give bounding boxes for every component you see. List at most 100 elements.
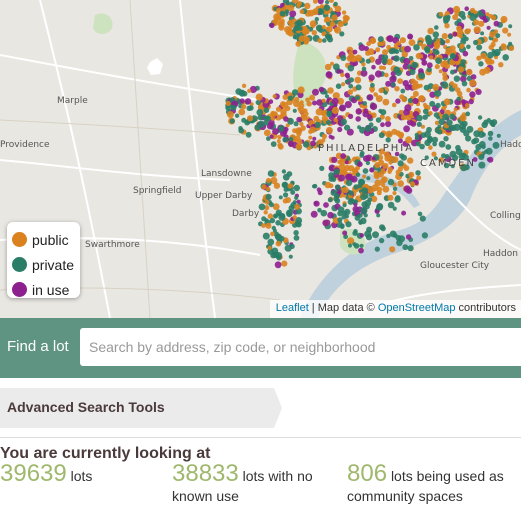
lot-dot[interactable] (348, 243, 352, 248)
lot-dot[interactable] (365, 160, 370, 166)
lot-dot[interactable] (397, 160, 404, 167)
lot-dot[interactable] (461, 15, 466, 20)
lot-dot[interactable] (305, 97, 310, 103)
lot-dot[interactable] (489, 119, 495, 126)
lot-dot[interactable] (376, 213, 381, 218)
lot-dot[interactable] (459, 122, 467, 130)
lot-dot[interactable] (269, 202, 274, 208)
lot-dot[interactable] (279, 10, 286, 17)
lot-dot[interactable] (263, 210, 268, 215)
lot-dot[interactable] (457, 66, 465, 73)
lot-dot[interactable] (337, 190, 342, 195)
lot-dot[interactable] (327, 87, 334, 94)
lot-dot[interactable] (282, 136, 289, 143)
lot-dot[interactable] (298, 35, 305, 42)
lot-dot[interactable] (423, 84, 430, 91)
lot-dot[interactable] (288, 205, 295, 211)
lot-dot[interactable] (398, 109, 404, 115)
lot-dot[interactable] (342, 186, 349, 193)
lot-dot[interactable] (422, 108, 429, 115)
lot-dot[interactable] (344, 124, 351, 131)
lot-dot[interactable] (308, 135, 313, 140)
lot-dot[interactable] (374, 70, 383, 78)
lot-dot[interactable] (493, 20, 500, 27)
lot-dot[interactable] (473, 26, 481, 34)
lot-dot[interactable] (449, 81, 455, 86)
lot-dot[interactable] (435, 102, 441, 109)
lot-dot[interactable] (397, 131, 404, 139)
lot-dot[interactable] (508, 24, 513, 29)
lot-dot[interactable] (312, 8, 319, 16)
lot-dot[interactable] (432, 83, 440, 91)
lot-dot[interactable] (289, 10, 297, 18)
lot-dot[interactable] (488, 136, 493, 141)
lot-dot[interactable] (377, 36, 384, 43)
lot-dot[interactable] (317, 207, 322, 213)
lot-dot[interactable] (422, 114, 428, 120)
lot-dot[interactable] (376, 186, 383, 193)
lot-dot[interactable] (317, 38, 323, 44)
lot-dot[interactable] (334, 184, 341, 190)
lot-dot[interactable] (293, 121, 299, 127)
lot-dot[interactable] (397, 180, 405, 187)
lot-dot[interactable] (381, 58, 388, 65)
lot-dot[interactable] (319, 165, 325, 171)
lot-dot[interactable] (493, 37, 499, 43)
lot-dot[interactable] (378, 87, 384, 94)
lot-dot[interactable] (380, 122, 385, 128)
lot-dot[interactable] (234, 113, 240, 118)
lot-dot[interactable] (315, 108, 323, 116)
lot-dot[interactable] (407, 245, 414, 252)
lot-dot[interactable] (285, 0, 291, 6)
lot-dot[interactable] (295, 127, 303, 135)
lot-dot[interactable] (289, 243, 295, 249)
lot-dot[interactable] (416, 121, 422, 127)
lot-dot[interactable] (502, 54, 510, 61)
lot-dot[interactable] (464, 6, 470, 11)
lot-dot[interactable] (453, 107, 458, 112)
lot-dot[interactable] (265, 200, 270, 205)
lot-dot[interactable] (501, 18, 506, 24)
lot-dot[interactable] (473, 39, 479, 46)
lot-dot[interactable] (401, 210, 407, 216)
lot-dot[interactable] (424, 48, 431, 54)
lot-dot[interactable] (458, 34, 463, 39)
lot-dot[interactable] (275, 106, 282, 112)
lot-dot[interactable] (370, 88, 375, 93)
lot-dot[interactable] (478, 61, 484, 67)
lot-dot[interactable] (352, 242, 357, 247)
lot-dot[interactable] (247, 115, 254, 122)
lot-dot[interactable] (477, 115, 483, 120)
lot-dot[interactable] (293, 230, 299, 236)
lot-dot[interactable] (362, 101, 368, 106)
lot-dot[interactable] (385, 116, 391, 122)
leaflet-link[interactable]: Leaflet (276, 302, 309, 314)
lot-dot[interactable] (375, 117, 382, 123)
lot-dot[interactable] (294, 135, 301, 142)
lot-dot[interactable] (241, 83, 247, 89)
lot-dot[interactable] (244, 98, 252, 105)
lot-dot[interactable] (395, 98, 401, 104)
lot-dot[interactable] (468, 98, 474, 105)
lot-dot[interactable] (429, 100, 436, 107)
lot-dot[interactable] (294, 220, 301, 227)
lot-dot[interactable] (369, 167, 375, 173)
lot-dot[interactable] (321, 25, 326, 30)
lot-dot[interactable] (301, 28, 309, 35)
lot-dot[interactable] (394, 86, 400, 92)
lot-dot[interactable] (362, 168, 369, 174)
lot-dot[interactable] (340, 223, 345, 228)
lot-dot[interactable] (348, 83, 354, 89)
lot-dot[interactable] (258, 203, 266, 211)
lot-dot[interactable] (297, 86, 305, 94)
lot-dot[interactable] (361, 66, 367, 72)
lot-dot[interactable] (295, 41, 302, 47)
lot-dot[interactable] (375, 58, 382, 65)
lot-dot[interactable] (393, 66, 401, 74)
lot-dot[interactable] (392, 206, 397, 211)
lot-dot[interactable] (324, 94, 330, 99)
lot-dot[interactable] (391, 128, 398, 135)
lot-dot[interactable] (361, 187, 369, 195)
lot-dot[interactable] (341, 214, 347, 220)
lot-dot[interactable] (290, 189, 296, 195)
